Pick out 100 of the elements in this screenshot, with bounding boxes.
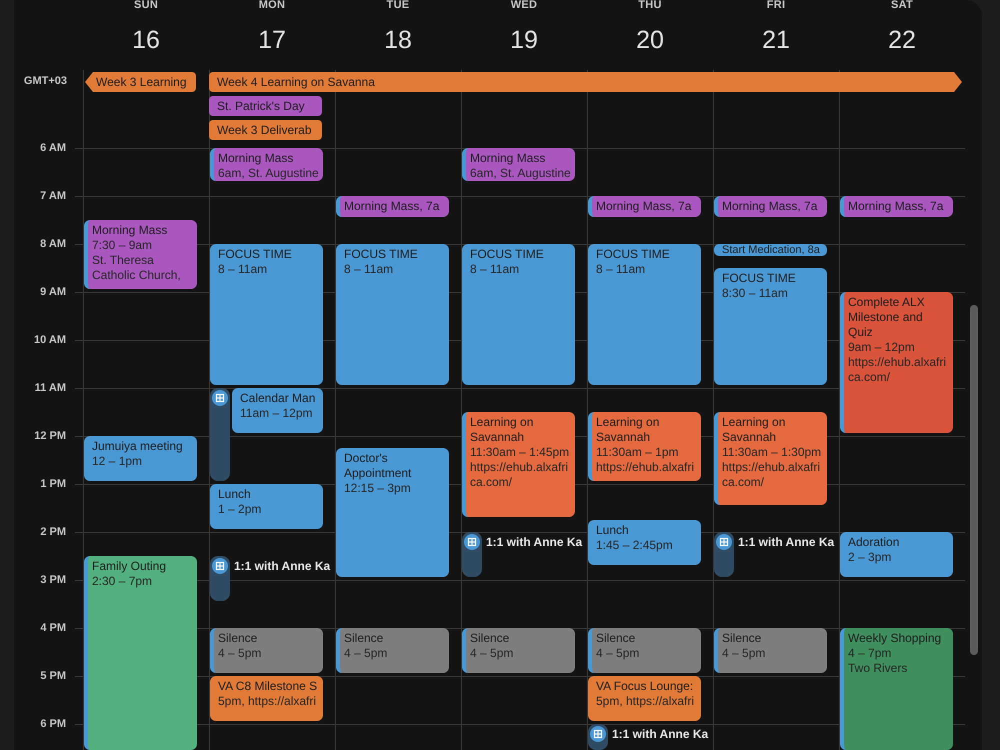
event-time: 8 – 11am <box>218 262 268 277</box>
event-time: 4 – 5pm <box>218 646 262 661</box>
event-card[interactable]: Silence 4 – 5pm <box>462 628 575 673</box>
event-location: Two Rivers <box>848 661 908 676</box>
event-card[interactable]: Learning on Savannah 11:30am – 1:30pm https://ehub.alxafrica.com/ <box>714 412 827 505</box>
booking-bar[interactable] <box>714 532 734 577</box>
event-time: 8:30 – 11am <box>722 286 788 301</box>
hour-label: 8 AM <box>40 238 66 250</box>
hour-label: 4 PM <box>40 622 66 634</box>
event-chip[interactable]: Morning Mass, 7a <box>336 196 449 217</box>
booking-bar[interactable] <box>210 556 230 601</box>
event-card[interactable]: Doctor's Appointment 12:15 – 3pm <box>336 448 449 577</box>
event-title: Jumuiya meeting <box>92 439 183 454</box>
event-location: https://ehub.alxafri <box>596 460 694 475</box>
event-card[interactable]: Family Outing 2:30 – 7pm <box>84 556 197 750</box>
event-card[interactable]: Morning Mass 6am, St. Augustine <box>462 148 575 181</box>
date-number[interactable]: 19 <box>510 27 538 53</box>
event-card[interactable]: Complete ALX Milestone and Quiz 9am – 12pm https://ehub.alxafrica.com/ <box>840 292 953 433</box>
booking-title[interactable]: 1:1 with Anne Ka <box>612 726 708 742</box>
event-title: Silence <box>596 631 636 646</box>
event-chip[interactable]: Morning Mass, 7a <box>588 196 701 217</box>
event-title: FOCUS TIME <box>344 247 418 262</box>
event-card[interactable]: Morning Mass 6am, St. Augustine <box>210 148 323 181</box>
event-title: Weekly Shopping <box>848 631 942 646</box>
date-number[interactable]: 18 <box>384 27 412 53</box>
date-number[interactable]: 21 <box>762 27 790 53</box>
event-card[interactable]: FOCUS TIME 8 – 11am <box>336 244 449 385</box>
event-time: 2:30 – 7pm <box>92 574 152 589</box>
event-location: St. Theresa Catholic Church, <box>92 253 182 283</box>
event-title: Morning Mass <box>92 223 168 238</box>
hour-label: 2 PM <box>40 526 66 538</box>
event-title: Calendar Man <box>240 391 316 406</box>
event-card[interactable]: Calendar Man 11am – 12pm <box>232 388 323 433</box>
event-card[interactable]: Jumuiya meeting 12 – 1pm <box>84 436 197 481</box>
booking-title[interactable]: 1:1 with Anne Ka <box>234 558 330 574</box>
event-card[interactable]: VA Focus Lounge: 5pm, https://alxafri <box>588 676 701 721</box>
hour-label: 10 AM <box>34 334 66 346</box>
booking-title[interactable]: 1:1 with Anne Ka <box>486 534 582 550</box>
event-card[interactable]: Lunch 1:45 – 2:45pm <box>588 520 701 565</box>
event-time: 8 – 11am <box>470 262 520 277</box>
event-time: 8 – 11am <box>596 262 646 277</box>
hour-label: 6 AM <box>40 142 66 154</box>
grid-icon <box>212 558 228 574</box>
booking-title[interactable]: 1:1 with Anne Ka <box>738 534 834 550</box>
weekday-label: FRI <box>766 0 786 11</box>
event-title: Morning Mass <box>218 151 294 166</box>
event-card[interactable]: Weekly Shopping 4 – 7pm Two Rivers <box>840 628 953 750</box>
event-card[interactable]: Silence 4 – 5pm <box>336 628 449 673</box>
date-number[interactable]: 22 <box>888 27 916 53</box>
event-time: 4 – 5pm <box>344 646 388 661</box>
event-card[interactable]: Silence 4 – 5pm <box>588 628 701 673</box>
event-card[interactable]: Silence 4 – 5pm <box>714 628 827 673</box>
booking-bar[interactable] <box>210 388 230 481</box>
event-title: Silence <box>218 631 258 646</box>
hour-label: 9 AM <box>40 286 66 298</box>
event-time: 9am – 12pm <box>848 340 915 355</box>
event-time: 5pm, https://alxafri <box>596 694 694 709</box>
event-time: 7:30 – 9am <box>92 238 152 253</box>
timezone-label: GMT+03 <box>24 76 67 87</box>
event-time: 11:30am – 1pm <box>596 445 678 460</box>
all-day-event[interactable]: Week 4 Learning on Savanna <box>209 72 962 92</box>
event-title: FOCUS TIME <box>218 247 292 262</box>
date-number[interactable]: 20 <box>636 27 664 53</box>
hour-label: 7 AM <box>40 190 66 202</box>
event-card[interactable]: Learning on Savannah 11:30am – 1:45pm https://ehub.alxafrica.com/ <box>462 412 575 517</box>
event-card[interactable]: FOCUS TIME 8 – 11am <box>462 244 575 385</box>
scrollbar[interactable] <box>970 305 978 655</box>
weekday-label: THU <box>638 0 662 11</box>
event-title: Doctor's Appointment <box>344 451 412 481</box>
event-card[interactable]: Silence 4 – 5pm <box>210 628 323 673</box>
weekday-label: SUN <box>134 0 158 11</box>
hour-label: 11 AM <box>34 382 66 394</box>
event-card[interactable]: Learning on Savannah 11:30am – 1pm https://ehub.alxafri <box>588 412 701 481</box>
all-day-event[interactable]: Week 3 Learning <box>85 72 196 92</box>
event-chip[interactable]: Morning Mass, 7a <box>714 196 827 217</box>
event-card[interactable]: FOCUS TIME 8 – 11am <box>210 244 323 385</box>
hour-label: 1 PM <box>40 478 66 490</box>
event-card[interactable]: VA C8 Milestone S 5pm, https://alxafri <box>210 676 323 721</box>
date-number[interactable]: 17 <box>258 27 286 53</box>
event-card[interactable]: Adoration 2 – 3pm <box>840 532 953 577</box>
booking-bar[interactable] <box>462 532 482 577</box>
event-card[interactable]: Lunch 1 – 2pm <box>210 484 323 529</box>
event-location: https://ehub.alxafrica.com/ <box>470 460 570 490</box>
event-title: Learning on Savannah <box>470 415 534 445</box>
all-day-event[interactable]: St. Patrick's Day <box>209 96 322 116</box>
event-card[interactable]: FOCUS TIME 8:30 – 11am <box>714 268 827 385</box>
date-number[interactable]: 16 <box>132 27 160 53</box>
event-chip[interactable]: Start Medication, 8a <box>714 244 827 256</box>
event-card[interactable]: FOCUS TIME 8 – 11am <box>588 244 701 385</box>
event-title: Morning Mass <box>470 151 546 166</box>
event-time: 8 – 11am <box>344 262 394 277</box>
event-time: 1 – 2pm <box>218 502 262 517</box>
weekday-label: MON <box>258 0 286 11</box>
grid-icon <box>212 390 228 406</box>
event-chip[interactable]: Morning Mass, 7a <box>840 196 953 217</box>
event-time: 11am – 12pm <box>240 406 312 421</box>
event-location: https://ehub.alxafrica.com/ <box>848 355 948 385</box>
all-day-event[interactable]: Week 3 Deliverab <box>209 120 322 140</box>
booking-bar[interactable] <box>588 724 608 750</box>
event-card[interactable]: Morning Mass 7:30 – 9am St. Theresa Catholic Church, <box>84 220 197 289</box>
